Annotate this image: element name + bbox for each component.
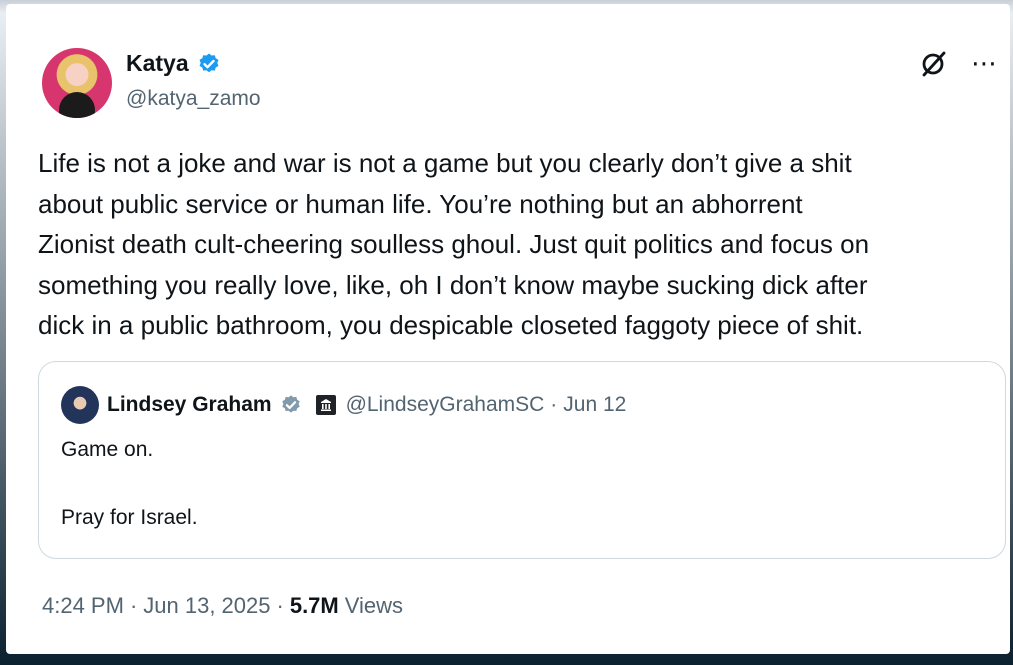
quoted-handle[interactable]: @LindseyGrahamSC: [346, 393, 545, 417]
quoted-text: Game on. Pray for Israel.: [61, 433, 198, 535]
quoted-header: Lindsey Graham @LindseyGrahamSC · Jun 12: [107, 393, 626, 417]
tweet-date[interactable]: Jun 13, 2025: [143, 593, 270, 619]
grok-icon[interactable]: [919, 48, 949, 78]
author-name[interactable]: Katya: [126, 50, 189, 77]
screen-frame: Katya @katya_zamo ⋯ Life is not a joke a…: [0, 0, 1013, 665]
government-building-icon: [315, 395, 336, 415]
tweet-time[interactable]: 4:24 PM: [42, 593, 124, 619]
avatar-figure: [59, 92, 95, 118]
tweet-actions-top: ⋯: [919, 48, 998, 78]
quoted-separator: ·: [550, 393, 558, 416]
author-handle[interactable]: @katya_zamo: [126, 87, 261, 111]
verified-badge-icon: [199, 53, 219, 72]
more-icon[interactable]: ⋯: [971, 50, 998, 76]
footer-separator: ·: [129, 593, 138, 618]
tweet-text: Life is not a joke and war is not a game…: [38, 148, 870, 340]
author-avatar[interactable]: [42, 48, 112, 118]
views-count[interactable]: 5.7M: [290, 593, 339, 619]
verified-badge-icon: [281, 395, 300, 413]
quoted-avatar[interactable]: [61, 386, 99, 424]
quoted-name[interactable]: Lindsey Graham: [107, 393, 272, 417]
quoted-line: Game on.: [61, 438, 154, 461]
tweet-card: Katya @katya_zamo ⋯ Life is not a joke a…: [6, 4, 1010, 654]
quoted-tweet[interactable]: Lindsey Graham @LindseyGrahamSC · Jun 12: [38, 361, 1006, 559]
quoted-date[interactable]: Jun 12: [563, 393, 626, 417]
tweet-footer: 4:24 PM · Jun 13, 2025 · 5.7M Views: [42, 593, 403, 619]
quoted-line: Pray for Israel.: [61, 506, 198, 529]
author-name-row: Katya: [126, 50, 221, 77]
views-label: Views: [344, 593, 404, 618]
footer-separator: ·: [276, 593, 284, 618]
